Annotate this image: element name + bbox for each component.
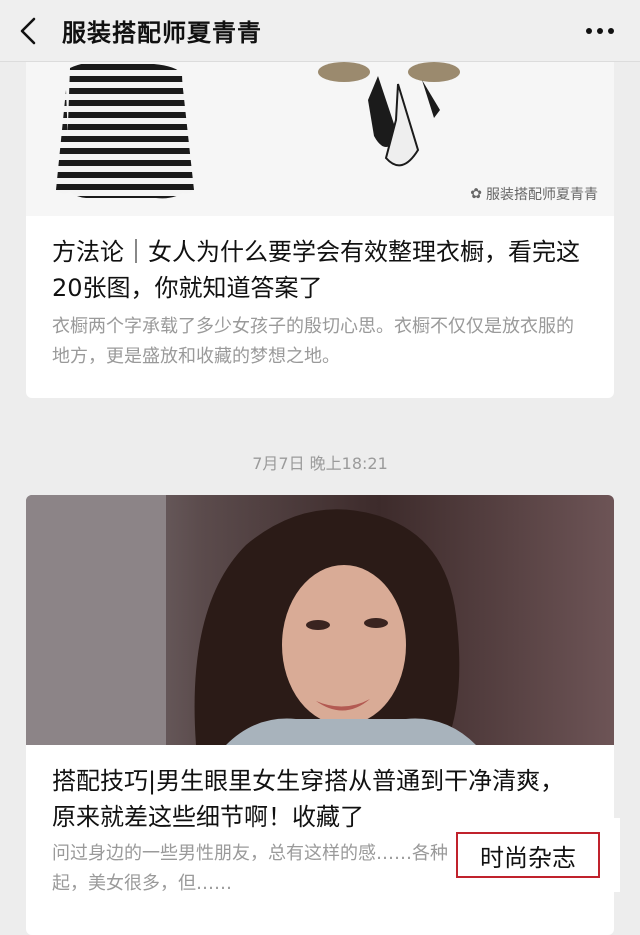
- portrait-image: [26, 495, 476, 745]
- back-button[interactable]: [0, 0, 56, 62]
- message-timestamp: 7月7日 晚上18:21: [252, 454, 388, 473]
- watermark-text: 服装搭配师夏青青: [486, 187, 598, 203]
- article-cover-image: ✿ 服装搭配师夏青青: [26, 40, 614, 216]
- chevron-left-icon: [20, 17, 36, 44]
- top-nav-bar: 服装搭配师夏青青: [0, 0, 640, 62]
- article-cover-image: [26, 495, 614, 745]
- page-title: 服装搭配师夏青青: [62, 19, 262, 47]
- wechat-icon: ✿: [470, 186, 482, 202]
- more-button[interactable]: [580, 14, 620, 48]
- watermark: ✿ 服装搭配师夏青青: [470, 184, 598, 204]
- article-card[interactable]: ✿ 服装搭配师夏青青 方法论｜女人为什么要学会有效整理衣橱，看完这20张图，你就…: [26, 40, 614, 398]
- magazine-label: 时尚杂志: [456, 832, 600, 878]
- more-dots-icon: [586, 28, 614, 34]
- magazine-label-overlay: 时尚杂志: [448, 818, 620, 892]
- article-title[interactable]: 方法论｜女人为什么要学会有效整理衣橱，看完这20张图，你就知道答案了: [26, 234, 614, 306]
- article-summary: 衣橱两个字承载了多少女孩子的殷切心思。衣橱不仅仅是放衣服的地方，更是盛放和收藏的…: [52, 316, 574, 367]
